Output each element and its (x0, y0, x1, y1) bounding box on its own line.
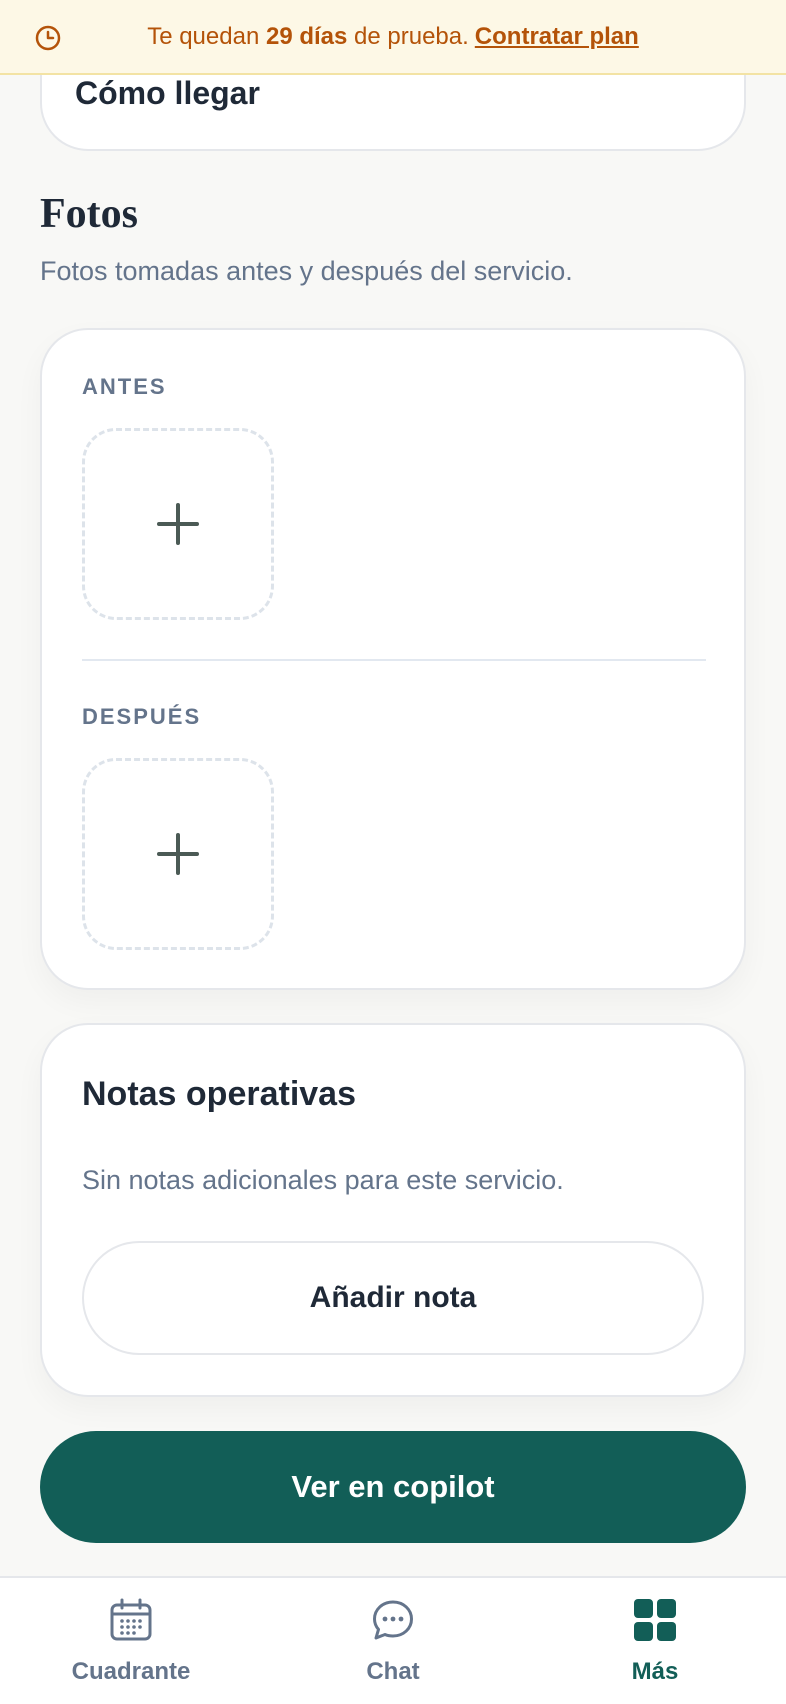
directions-label: Cómo llegar (75, 75, 260, 111)
photos-card: ANTES DESPUÉS (40, 328, 746, 990)
operational-notes-card: Notas operativas Sin notas adicionales p… (40, 1023, 746, 1397)
nav-item-chat[interactable]: Chat (283, 1578, 503, 1704)
nav-item-cuadrante[interactable]: Cuadrante (21, 1578, 241, 1704)
add-before-photo-button[interactable] (82, 428, 274, 620)
before-label: ANTES (82, 374, 167, 399)
view-in-copilot-button[interactable]: Ver en copilot (40, 1431, 746, 1543)
after-label: DESPUÉS (82, 704, 202, 729)
plus-icon (157, 503, 199, 545)
notes-title: Notas operativas (82, 1075, 356, 1113)
trial-text-prefix: Te quedan (147, 22, 260, 50)
clock-icon (35, 25, 61, 51)
photos-section-subtitle: Fotos tomadas antes y después del servic… (40, 256, 573, 286)
grid-icon (634, 1599, 676, 1641)
add-note-button[interactable]: Añadir nota (82, 1241, 704, 1355)
plus-icon (157, 833, 199, 875)
photos-divider (82, 659, 706, 661)
nav-label-cuadrante: Cuadrante (71, 1658, 191, 1685)
trial-text-suffix: de prueba. (354, 22, 469, 50)
add-after-photo-button[interactable] (82, 758, 274, 950)
trial-banner: Te quedan 29 días de prueba. Contratar p… (0, 0, 786, 75)
trial-days: 29 días (265, 22, 348, 50)
nav-label-chat: Chat (366, 1658, 420, 1685)
screen: Te quedan 29 días de prueba. Contratar p… (0, 0, 786, 1704)
nav-label-mas: Más (631, 1658, 679, 1685)
chat-bubble-icon (373, 1600, 413, 1640)
photos-section-title: Fotos (40, 191, 138, 237)
nav-item-mas[interactable]: Más (545, 1578, 765, 1704)
notes-empty-text: Sin notas adicionales para este servicio… (82, 1165, 564, 1195)
calendar-icon (110, 1598, 152, 1641)
contract-plan-link[interactable]: Contratar plan (475, 23, 639, 51)
bottom-nav: Cuadrante Chat Más (0, 1576, 786, 1704)
